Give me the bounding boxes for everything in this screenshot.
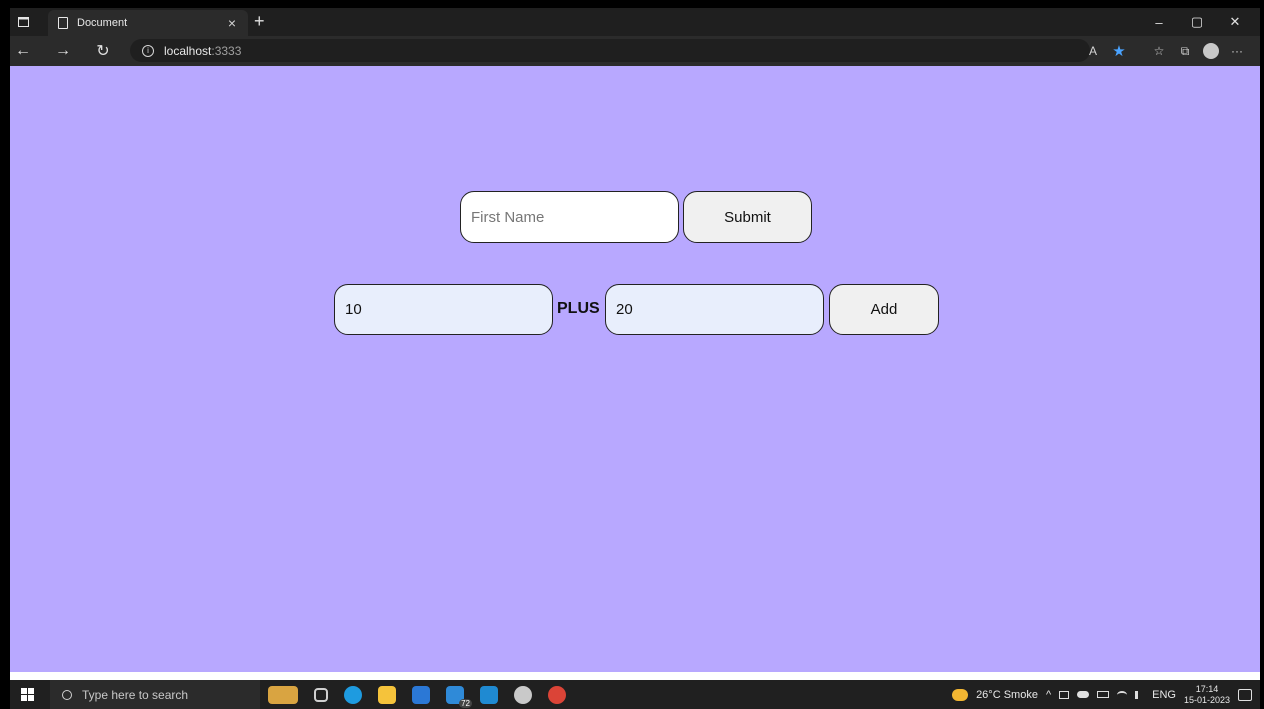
back-button[interactable]: ←: [10, 42, 36, 60]
mail-badge: 72: [459, 698, 472, 708]
profile-avatar[interactable]: [1203, 43, 1219, 59]
weather-icon[interactable]: [952, 688, 969, 701]
clock-date: 15-01-2023: [1183, 694, 1230, 705]
mail-icon[interactable]: 72: [446, 685, 472, 708]
clock[interactable]: 17:14 15-01-2023: [1184, 684, 1230, 706]
forward-button[interactable]: →: [50, 42, 76, 60]
more-menu-icon[interactable]: ···: [1224, 44, 1250, 58]
notification-icon[interactable]: [1238, 688, 1252, 701]
url-host: localhost: [164, 43, 212, 58]
plus-label: PLUS: [557, 300, 600, 317]
start-button[interactable]: [10, 680, 44, 709]
edge-browser-icon[interactable]: [344, 685, 362, 704]
favorite-star-icon[interactable]: ★: [1106, 42, 1132, 60]
file-explorer-icon[interactable]: [378, 685, 396, 704]
tab-close-icon[interactable]: ×: [228, 15, 236, 31]
battery-icon[interactable]: [1097, 691, 1110, 698]
windows-logo-icon: [20, 688, 34, 701]
restore-button[interactable]: ▢: [1178, 14, 1216, 30]
first-number-input[interactable]: [334, 284, 553, 335]
first-name-input[interactable]: [460, 191, 679, 243]
browser-toolbar: A ★ ☆ ⧉ ···: [1080, 36, 1250, 66]
close-button[interactable]: ✕: [1216, 14, 1254, 30]
submit-button[interactable]: Submit: [683, 191, 812, 243]
search-placeholder: Type here to search: [82, 687, 189, 702]
search-icon: [62, 689, 72, 700]
volume-icon[interactable]: [1135, 690, 1144, 699]
clock-time: 17:14: [1195, 683, 1219, 694]
window-controls: – ▢ ✕: [1140, 8, 1254, 36]
chrome-icon[interactable]: [548, 685, 566, 704]
taskbar-search[interactable]: Type here to search: [50, 680, 260, 709]
page-bottom-strip: [10, 672, 1260, 680]
language-indicator[interactable]: ENG: [1152, 689, 1176, 701]
document-icon: [58, 17, 68, 29]
tray-chevron-icon[interactable]: ^: [1046, 689, 1051, 701]
store-icon[interactable]: [412, 685, 430, 704]
vscode-icon[interactable]: [480, 685, 498, 704]
task-view-icon[interactable]: [314, 687, 328, 702]
browser-window: Document × + – ▢ ✕ ← → ↻ i localhost:333…: [10, 8, 1260, 709]
title-bar: Document × + – ▢ ✕: [10, 8, 1260, 36]
festival-widget-icon[interactable]: [268, 685, 298, 704]
url-port: :3333: [211, 43, 242, 58]
favorites-icon[interactable]: ☆: [1146, 44, 1172, 58]
taskbar: Type here to search 72 26°C Smoke ^ ENG: [10, 680, 1260, 709]
taskbar-apps: 72: [268, 680, 566, 709]
network-icon[interactable]: [1059, 690, 1070, 699]
refresh-button[interactable]: ↻: [90, 41, 116, 61]
minimize-button[interactable]: –: [1140, 15, 1178, 30]
second-number-input[interactable]: [605, 284, 824, 335]
new-tab-button[interactable]: +: [254, 11, 265, 32]
navigation-bar: ← → ↻ i localhost:3333 A ★ ☆ ⧉ ···: [10, 36, 1260, 66]
address-bar[interactable]: i localhost:3333: [130, 39, 1090, 62]
tab-title: Document: [77, 17, 128, 29]
site-info-icon[interactable]: i: [142, 44, 154, 57]
tab-document[interactable]: Document ×: [48, 10, 248, 36]
paint-icon[interactable]: [514, 685, 532, 704]
system-tray: 26°C Smoke ^ ENG 17:14 15-01-2023: [952, 680, 1252, 709]
page-content: Submit PLUS Add: [10, 66, 1260, 672]
collections-icon[interactable]: ⧉: [1172, 44, 1198, 59]
add-button[interactable]: Add: [829, 284, 939, 335]
weather-text[interactable]: 26°C Smoke: [976, 689, 1038, 701]
wifi-icon[interactable]: [1117, 690, 1128, 699]
window-menu-icon[interactable]: [10, 8, 36, 36]
onedrive-icon[interactable]: [1077, 691, 1090, 698]
read-aloud-icon[interactable]: A: [1080, 44, 1106, 58]
